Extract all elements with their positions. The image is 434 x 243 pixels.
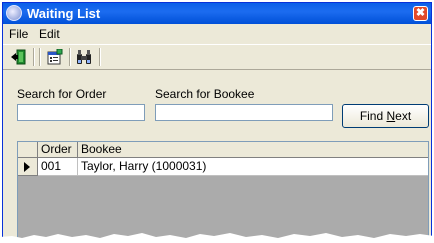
toolbar-separator — [99, 48, 101, 66]
search-bookee-input[interactable] — [155, 104, 333, 121]
find-next-label-mnemonic: N — [386, 109, 396, 123]
toolbar-separator — [69, 48, 71, 66]
current-row-arrow-icon — [24, 162, 30, 172]
find-next-button[interactable]: Find Next — [342, 104, 429, 128]
search-order-input[interactable] — [17, 104, 145, 121]
title-bar[interactable]: Waiting List ✖ — [3, 3, 431, 24]
close-button[interactable]: ✖ — [413, 6, 428, 21]
waiting-list-window: Waiting List ✖ File Edit Search for Orde… — [2, 2, 432, 241]
toolbar-separator — [33, 48, 35, 66]
exit-door-icon[interactable] — [11, 49, 27, 65]
binoculars-find-icon[interactable] — [76, 49, 92, 65]
find-next-label-suffix: ext — [395, 109, 412, 123]
menu-bar: File Edit — [3, 25, 431, 42]
search-bookee-label: Search for Bookee — [155, 87, 255, 101]
app-icon — [6, 5, 22, 21]
waiting-list-grid[interactable]: Order Bookee 001 Taylor, Harry (1000031) — [17, 141, 429, 240]
toolbar-separator — [39, 48, 41, 66]
row-header-current[interactable] — [18, 158, 38, 176]
toolbar — [3, 44, 431, 70]
column-header-bookee[interactable]: Bookee — [78, 142, 428, 158]
menu-edit[interactable]: Edit — [39, 27, 60, 41]
properties-icon[interactable] — [47, 48, 63, 65]
menu-file[interactable]: File — [9, 27, 28, 41]
table-cell-order[interactable]: 001 — [38, 158, 78, 176]
column-header-order[interactable]: Order — [38, 142, 78, 158]
find-next-label-prefix: Find — [359, 109, 387, 123]
grid-corner-header — [18, 142, 38, 158]
torn-edge-decoration — [0, 233, 434, 243]
table-cell-bookee[interactable]: Taylor, Harry (1000031) — [78, 158, 428, 176]
window-title: Waiting List — [27, 6, 101, 21]
search-order-label: Search for Order — [17, 87, 107, 101]
